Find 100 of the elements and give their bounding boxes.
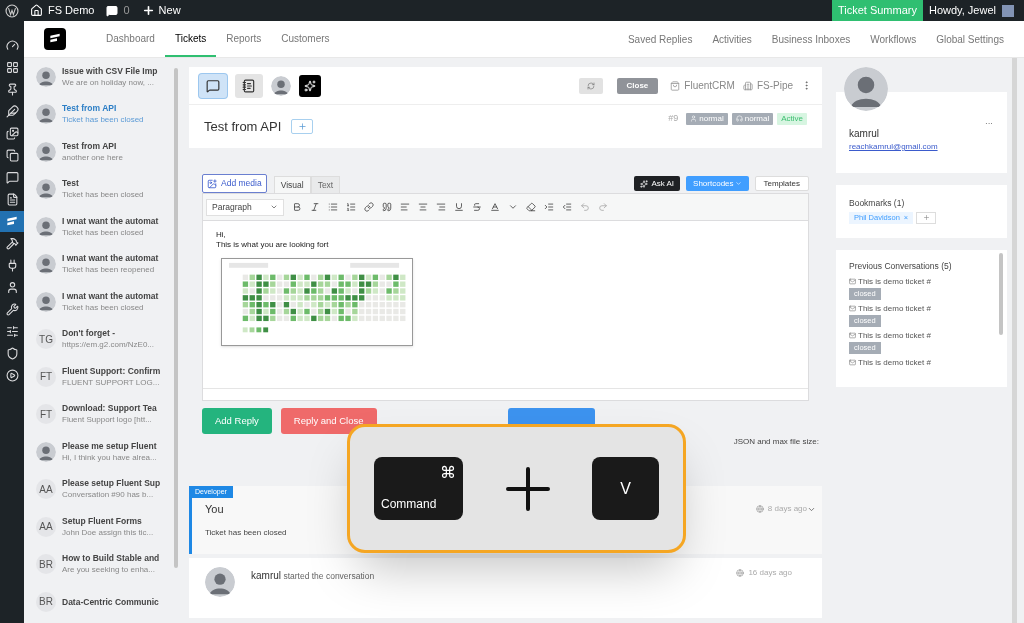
link-icon[interactable] <box>364 202 374 212</box>
pipe-link[interactable]: FS-Pipe <box>756 78 793 93</box>
menu-item[interactable] <box>0 211 24 232</box>
ticket-item[interactable]: Test Ticket has been closed <box>36 176 174 202</box>
ticket-item[interactable]: I wnat want the automat Ticket has been closed <box>36 214 174 239</box>
mail-icon <box>849 278 856 286</box>
conversation-link[interactable]: This is demo ticket # <box>858 302 931 315</box>
outdent-icon[interactable] <box>562 202 572 212</box>
ticket-item[interactable]: FT Fluent Support: Confirm FLUENT SUPPORT LOG... <box>36 364 174 389</box>
scrollbar[interactable] <box>1012 58 1017 623</box>
add-media-button[interactable]: Add media <box>202 174 267 193</box>
editor-tab[interactable]: Visual <box>273 176 311 193</box>
ticket-item[interactable]: I wnat want the automat Ticket has been closed <box>36 289 174 314</box>
pages-icon <box>5 149 19 162</box>
wordpress-icon[interactable] <box>5 3 19 18</box>
underline-icon[interactable] <box>454 202 464 212</box>
ticket-snippet: Ticket has been closed <box>62 189 144 201</box>
avatar <box>36 104 56 124</box>
editor-content[interactable]: Hi, This is what you are looking fort <box>203 221 808 388</box>
bookmarks-title: Bookmarks (1) <box>849 197 906 210</box>
ticket-title: Please me setup Fluent <box>62 439 157 452</box>
scrollbar[interactable] <box>174 68 178 568</box>
ticket-title: Fluent Support: Confirm <box>62 364 161 377</box>
numbered-list-icon[interactable] <box>346 202 356 212</box>
templates-button[interactable]: Templates <box>754 176 809 191</box>
format-select[interactable]: Paragraph <box>206 198 284 216</box>
ticket-snippet: Conversation #90 has b... <box>62 489 155 501</box>
ticket-title: Download: Support Tea <box>62 402 157 414</box>
crm-link[interactable]: FluentCRM <box>684 78 735 93</box>
ticket-title: Test from API <box>62 139 118 152</box>
caret-icon[interactable] <box>508 202 518 212</box>
italic-icon[interactable] <box>310 202 320 212</box>
avatar-initials: BR <box>36 591 56 612</box>
editor-tab[interactable]: Text <box>310 176 341 193</box>
home-icon[interactable] <box>30 4 43 17</box>
refresh-icon <box>586 81 595 90</box>
tool-button[interactable] <box>299 74 321 97</box>
nav-tab[interactable]: Tickets <box>164 21 217 57</box>
globe-icon <box>755 505 764 514</box>
ticket-item[interactable]: AA Please setup Fluent Sup Conversation #90 has b... <box>36 476 174 502</box>
nav-link[interactable]: Global Settings <box>926 31 1014 47</box>
ticket-title: Test <box>62 177 80 189</box>
editor-line: This is what you are looking fort <box>216 240 330 250</box>
ticket-heading: Test from API <box>204 117 282 136</box>
comment-count: 0 <box>123 3 130 19</box>
activity-text: kamrul started the conversation <box>251 569 375 583</box>
ticket-snippet: Ticket has been closed <box>62 226 145 239</box>
ask-ai-button[interactable]: Ask AI <box>634 176 681 191</box>
strikethrough-icon[interactable] <box>472 202 482 212</box>
gauge-icon <box>5 39 19 52</box>
comment-icon[interactable] <box>106 4 119 17</box>
nav-link[interactable]: Saved Replies <box>617 31 703 47</box>
caret-icon <box>734 180 742 187</box>
ticket-item[interactable]: AA Setup Fluent Forms John Doe assign this tic... <box>36 514 174 539</box>
ticket-item[interactable]: I wnat want the automat Ticket has been reopened <box>36 251 174 277</box>
ticket-item[interactable]: Issue with CSV File Imp We are on holiday now, ... <box>36 64 174 89</box>
notebook-icon <box>242 78 256 93</box>
ticket-title: I wnat want the automat <box>62 252 159 264</box>
ticket-item[interactable]: TG Don't forget - https://em.g2.com/NzE0... <box>36 326 174 352</box>
sparkle-icon <box>640 179 649 188</box>
tool-button[interactable] <box>235 73 263 98</box>
ticket-item[interactable]: Test from API another one here <box>36 139 174 164</box>
nav-link[interactable]: Business Inboxes <box>761 31 861 47</box>
nav-link[interactable]: Workflows <box>860 31 927 47</box>
conversation-link[interactable]: This is demo ticket # <box>858 329 931 342</box>
author-name: You <box>205 502 224 517</box>
building-icon <box>742 80 753 91</box>
customer-email[interactable]: reachkamrul@gmail.com <box>849 141 994 153</box>
nav-tab[interactable]: Reports <box>216 21 272 57</box>
ticket-title: Setup Fluent Forms <box>62 514 143 527</box>
ticket-item[interactable]: FT Download: Support Tea Fluent Support logo [htt... <box>36 401 174 427</box>
plus-icon[interactable] <box>141 4 155 17</box>
ticket-title: Don't forget - <box>62 327 116 339</box>
howdy-link[interactable]: Howdy, Jewel <box>922 2 1002 19</box>
bold-icon[interactable] <box>292 202 302 212</box>
previous-title: Previous Conversations (5) <box>849 260 953 273</box>
nav-link[interactable]: Activities <box>702 31 762 47</box>
sliders-icon <box>5 325 19 338</box>
feather-icon <box>5 105 19 118</box>
avatar <box>36 254 56 274</box>
caret-icon <box>270 203 278 211</box>
ticket-title: Data-Centric Communic <box>62 595 159 608</box>
new-link[interactable]: New <box>158 2 181 19</box>
quote-icon[interactable] <box>382 202 392 212</box>
upload-note: JSON and max file size: <box>733 436 819 448</box>
nav-tab[interactable]: Dashboard <box>96 21 165 57</box>
chat-icon <box>206 78 220 93</box>
eraser-icon[interactable] <box>526 202 536 212</box>
nav-tab[interactable]: Customers <box>271 21 340 57</box>
ticket-item[interactable]: BR How to Build Stable and Are you seeking to enha... <box>36 551 174 577</box>
scrollbar[interactable] <box>999 253 1003 335</box>
indent-icon[interactable] <box>544 202 554 212</box>
conversation-link[interactable]: This is demo ticket # <box>858 356 931 369</box>
ticket-item[interactable]: BR Data-Centric Communic <box>36 589 174 614</box>
text-color-icon[interactable] <box>490 202 500 212</box>
site-link[interactable]: FS Demo <box>48 2 95 19</box>
ticket-item[interactable]: Test from API Ticket has been closed <box>36 101 174 127</box>
more-menu[interactable]: ··· <box>985 118 993 130</box>
comment-icon <box>5 171 19 184</box>
conversation-link[interactable]: This is demo ticket # <box>858 275 931 288</box>
